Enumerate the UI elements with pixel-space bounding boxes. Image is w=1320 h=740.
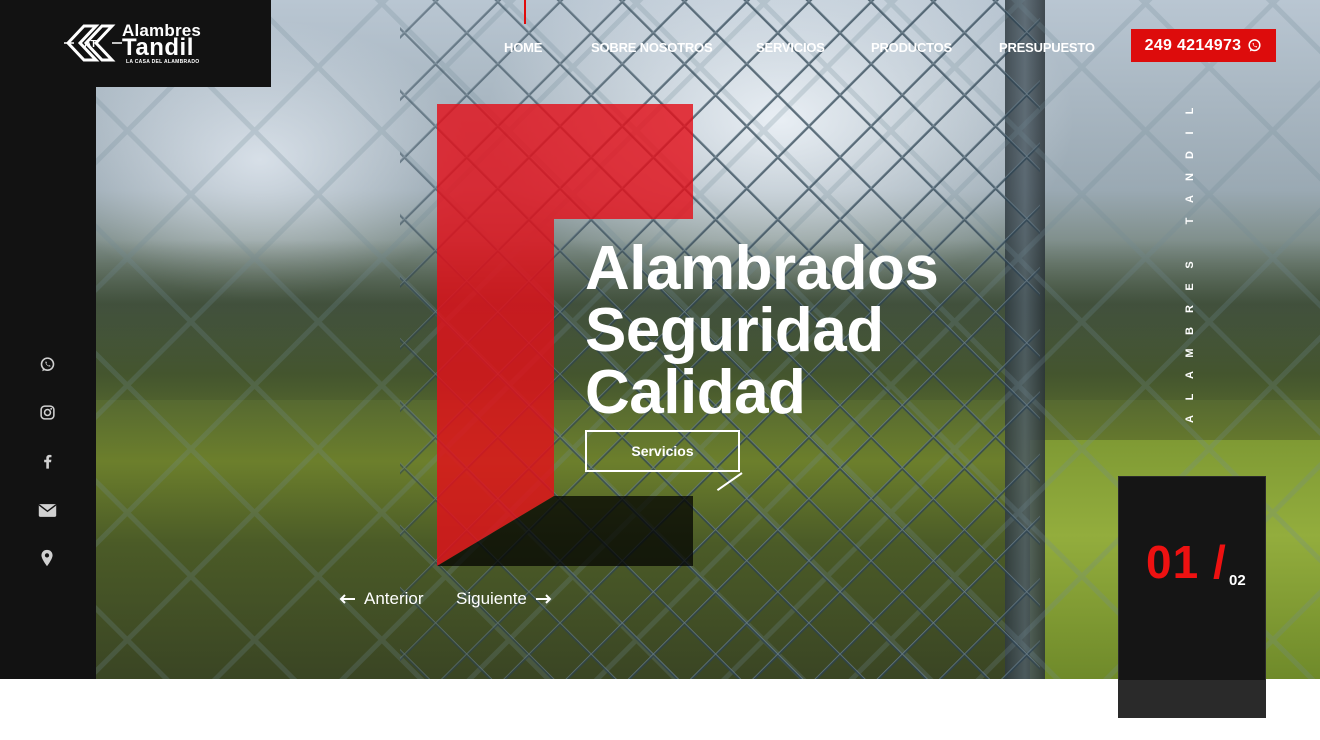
nav-active-indicator [524, 0, 526, 24]
hero-headline-line-1: Alambrados [585, 234, 939, 303]
logo-line-2: Tandil [122, 34, 194, 61]
vertical-brand-text: L I D N A T S E R B M A L A [1183, 100, 1197, 445]
vertical-text-letter: D [1184, 151, 1196, 159]
vertical-text-letter: A [1184, 195, 1196, 203]
vertical-text-letter: L [1184, 107, 1196, 115]
servicios-button-label: Servicios [631, 443, 694, 459]
instagram-icon [39, 404, 55, 420]
email-link[interactable] [34, 497, 60, 523]
vertical-text-letter [1179, 236, 1201, 250]
slide-counter: 01 / 02 [1118, 476, 1266, 718]
arrow-left-icon [339, 594, 355, 604]
location-pin-icon [41, 549, 53, 567]
nav-item-sobre-nosotros[interactable]: SOBRE NOSOTROS [591, 40, 713, 58]
nav-item-productos[interactable]: PRODUCTOS [871, 40, 952, 58]
whatsapp-icon [1248, 39, 1261, 52]
nav-item-presupuesto[interactable]: PRESUPUESTO [999, 40, 1095, 58]
vertical-text-letter: R [1184, 305, 1196, 313]
arrow-right-icon [535, 594, 552, 604]
logo-mark-icon: AT [64, 24, 122, 62]
vertical-text-letter: L [1184, 393, 1196, 401]
logo-tagline: LA CASA DEL ALAMBRADO [126, 59, 200, 65]
envelope-icon [38, 503, 56, 517]
phone-button[interactable]: 249 4214973 [1131, 29, 1276, 62]
vertical-text-letter: A [1184, 415, 1196, 423]
hero-headline-line-2: Seguridad [585, 296, 884, 365]
whatsapp-icon [40, 356, 54, 371]
vertical-text-letter: I [1184, 131, 1196, 135]
servicios-button[interactable]: Servicios [585, 430, 743, 492]
vertical-text-letter: T [1184, 217, 1196, 225]
vertical-text-letter: M [1184, 348, 1196, 358]
previous-slide-button[interactable]: Anterior [339, 589, 424, 609]
previous-label: Anterior [364, 589, 424, 608]
vertical-text-letter: E [1184, 283, 1196, 291]
vertical-text-letter: S [1184, 261, 1196, 269]
whatsapp-link[interactable] [34, 351, 60, 377]
slide-counter-footer [1119, 680, 1265, 717]
hero-headline-line-3: Calidad [585, 358, 806, 427]
logo-mark-letters: AT [84, 39, 97, 50]
slide-total: 02 [1229, 572, 1246, 589]
nav-item-home[interactable]: HOME [504, 40, 542, 58]
vertical-text-letter: A [1184, 371, 1196, 379]
vertical-text-letter: B [1184, 327, 1196, 335]
nav-item-servicios[interactable]: SERVICIOS [756, 40, 825, 58]
facebook-link[interactable] [34, 448, 60, 474]
instagram-link[interactable] [34, 399, 60, 425]
vertical-text-letter: N [1184, 173, 1196, 181]
slide-current: 01 / [1146, 536, 1227, 588]
phone-number: 249 4214973 [1144, 36, 1242, 54]
location-link[interactable] [34, 545, 60, 571]
page: AT Alambres Tandil LA CASA DEL ALAMBRADO [0, 0, 1320, 740]
next-slide-button[interactable]: Siguiente [456, 589, 552, 609]
logo[interactable]: AT Alambres Tandil LA CASA DEL ALAMBRADO [0, 0, 271, 87]
facebook-icon [43, 454, 51, 469]
left-sidebar [0, 0, 96, 679]
next-label: Siguiente [456, 589, 527, 608]
